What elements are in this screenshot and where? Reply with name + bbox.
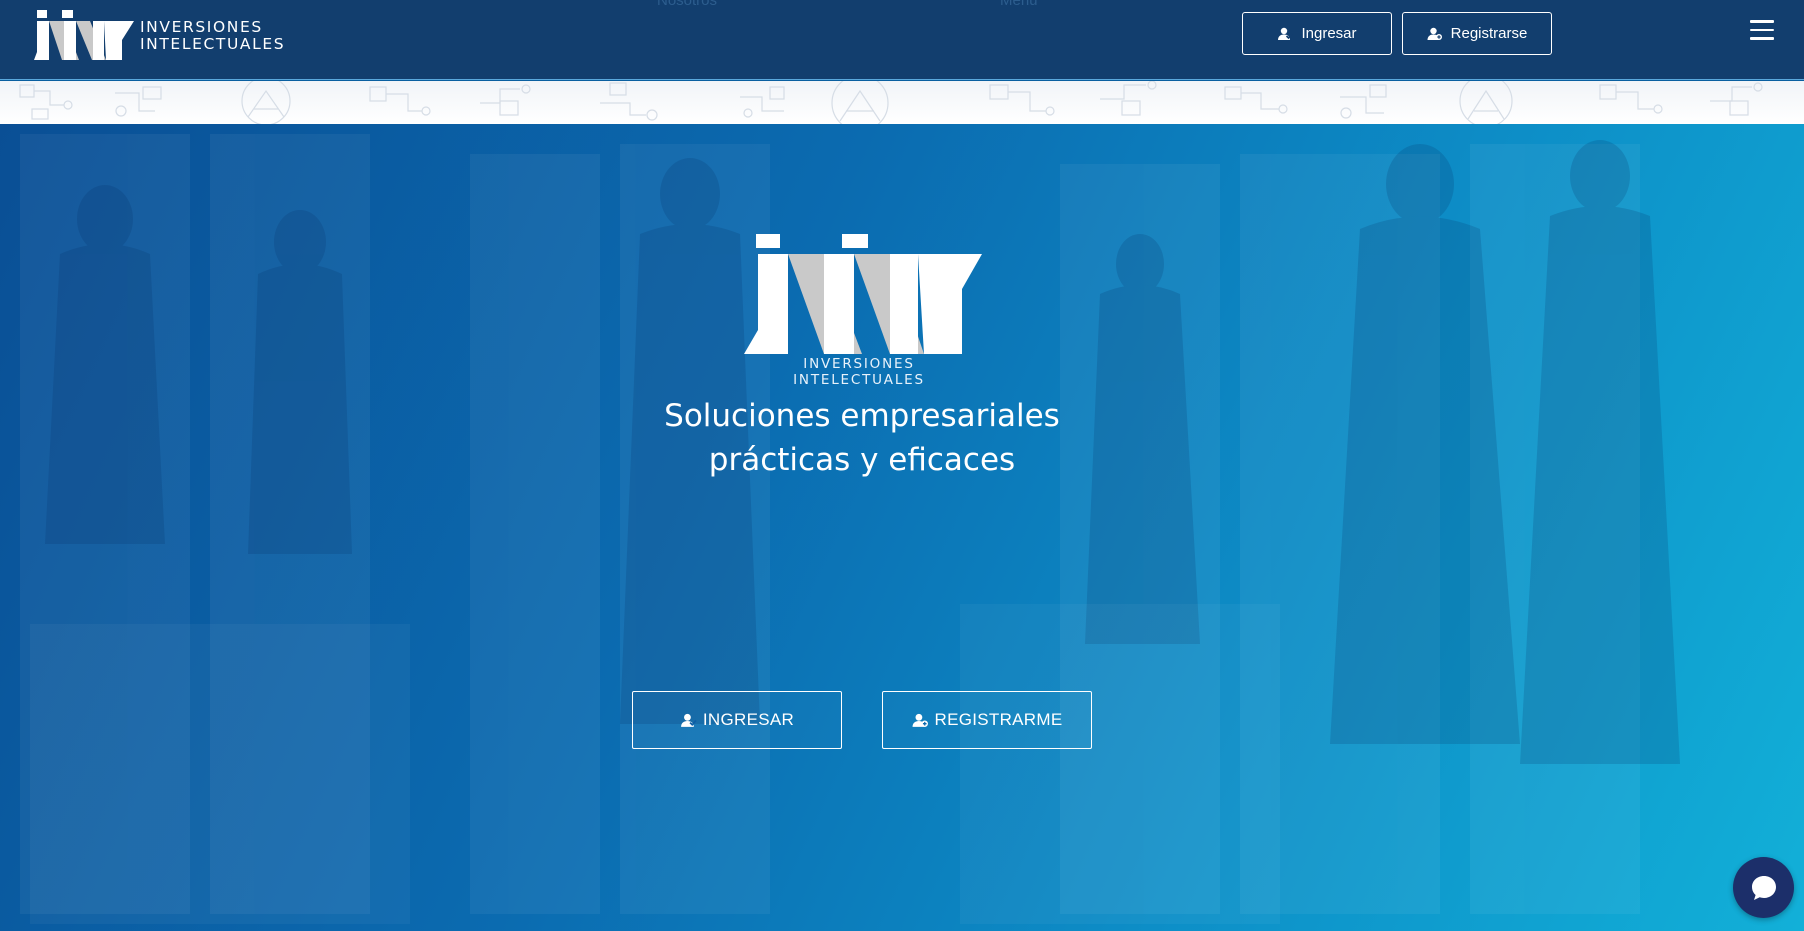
chat-bubble-icon bbox=[1751, 875, 1776, 900]
hero-register-label: REGISTRARME bbox=[934, 710, 1063, 729]
decorative-pattern-strip bbox=[0, 81, 1804, 124]
user-check-icon bbox=[1278, 27, 1294, 40]
chat-widget-button[interactable] bbox=[1733, 857, 1794, 918]
header-login-label: Ingresar bbox=[1301, 25, 1357, 42]
ghost-link-menu[interactable]: Menú bbox=[1000, 0, 1038, 9]
hero-tagline: Soluciones empresariales prácticas y efi… bbox=[602, 394, 1122, 482]
ghost-link-nosotros[interactable]: Nosotros bbox=[657, 0, 717, 9]
hamburger-menu-icon[interactable] bbox=[1750, 20, 1774, 44]
hero-register-button[interactable]: REGISTRARME bbox=[882, 691, 1092, 749]
user-add-icon bbox=[912, 713, 928, 727]
iin-logo-icon bbox=[34, 10, 134, 60]
user-add-icon bbox=[1427, 27, 1442, 40]
header-register-label: Registrarse bbox=[1450, 25, 1528, 42]
hero-login-button[interactable]: INGRESAR bbox=[632, 691, 842, 749]
brand-name-line1: INVERSIONES bbox=[140, 18, 263, 36]
header-login-button[interactable]: Ingresar bbox=[1242, 12, 1392, 55]
hero-logo-caption: INVERSIONES INTELECTUALES bbox=[793, 356, 925, 388]
hero-section: INVERSIONES INTELECTUALES Soluciones emp… bbox=[0, 124, 1804, 931]
brand-name-line2: INTELECTUALES bbox=[140, 35, 286, 53]
hero-logo-icon bbox=[744, 234, 982, 354]
header-register-button[interactable]: Registrarse bbox=[1402, 12, 1552, 55]
brand-home-link[interactable]: INVERSIONES INTELECTUALES bbox=[34, 10, 285, 62]
circuit-pattern-icon bbox=[19, 81, 1763, 124]
brand-name: INVERSIONES INTELECTUALES bbox=[140, 19, 285, 53]
hero-tagline-line2: prácticas y eficaces bbox=[708, 442, 1016, 478]
user-check-icon bbox=[680, 713, 697, 727]
hero-login-label: INGRESAR bbox=[702, 710, 795, 729]
hero-tagline-line1: Soluciones empresariales bbox=[664, 398, 1060, 434]
top-navbar: Nosotros Menú INVERSIONES INTELECTUALES … bbox=[0, 0, 1804, 80]
